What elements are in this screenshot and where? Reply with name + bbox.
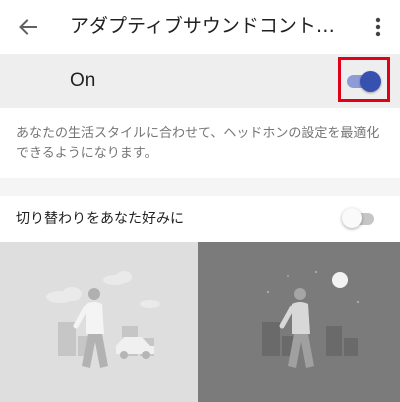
master-switch-label: On <box>70 70 96 91</box>
cloud-icon <box>46 271 160 308</box>
more-options-button[interactable] <box>364 9 392 45</box>
back-button[interactable] <box>10 9 46 45</box>
more-vert-icon <box>375 17 381 37</box>
master-toggle-switch[interactable] <box>345 70 381 92</box>
preference-label: 切り替わりをあなた好みに <box>16 211 184 227</box>
night-illustration <box>198 242 400 402</box>
preference-toggle-switch[interactable] <box>342 208 376 230</box>
master-switch-row[interactable]: On <box>0 54 400 108</box>
page-title: アダプティブサウンドコント… <box>70 15 335 37</box>
preference-row[interactable]: 切り替わりをあなた好みに <box>0 196 400 242</box>
toggle-thumb <box>360 71 381 92</box>
day-illustration <box>0 242 198 402</box>
section-divider <box>0 178 400 196</box>
description-text: あなたの生活スタイルに合わせて、ヘッドホンの設定を最適化できるようになります。 <box>16 126 380 161</box>
arrow-back-icon <box>19 19 37 35</box>
app-bar: アダプティブサウンドコント… <box>0 0 400 54</box>
moon-icon <box>332 272 348 288</box>
toggle-thumb <box>342 208 362 228</box>
